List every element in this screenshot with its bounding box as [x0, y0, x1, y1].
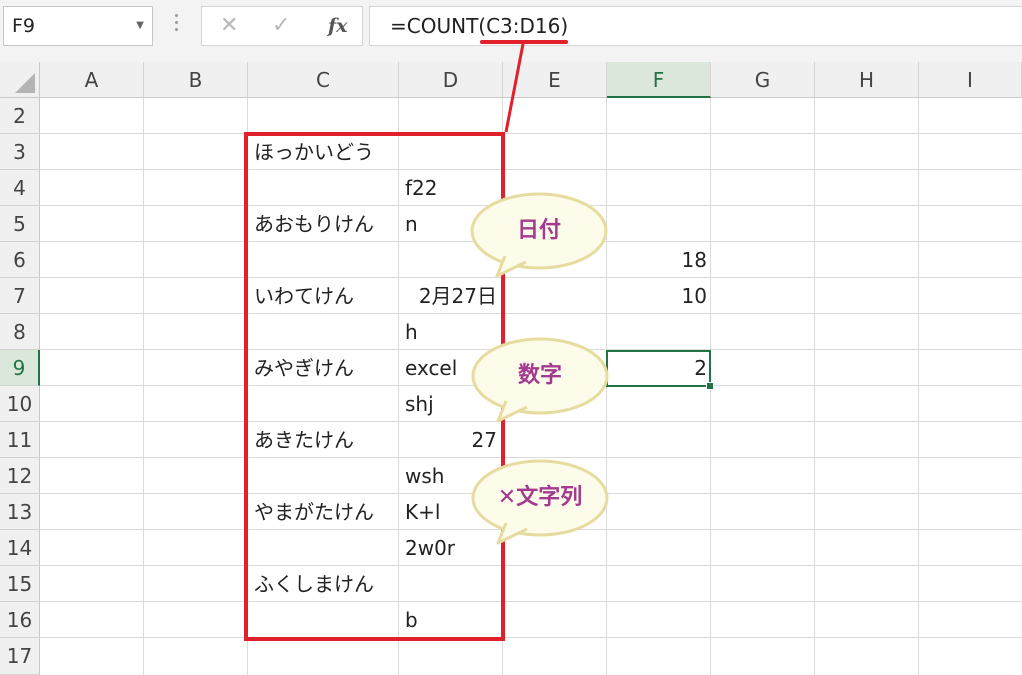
annotation-overlay: [470, 43, 609, 545]
callout-label-date: 日付: [516, 218, 561, 243]
connector-line: [504, 43, 525, 133]
callout-label-string: ✕文字列: [497, 485, 583, 510]
callout-label-number: 数字: [517, 363, 562, 388]
